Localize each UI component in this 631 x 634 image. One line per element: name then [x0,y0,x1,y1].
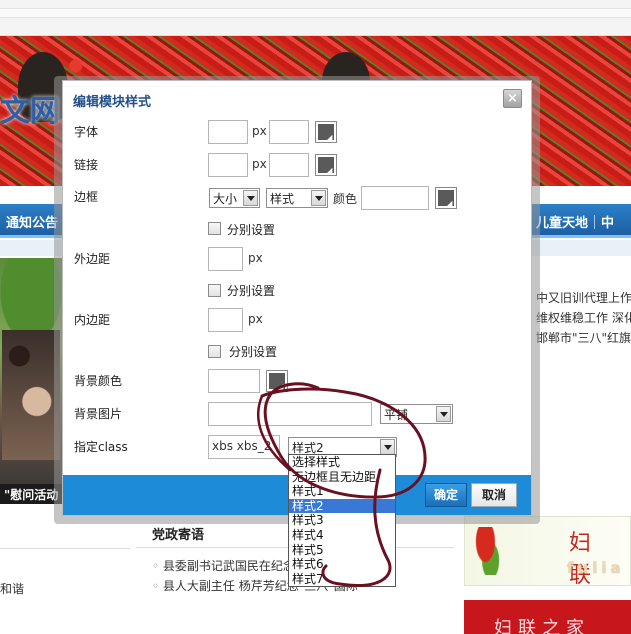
border-label: 边框 [74,190,99,204]
right-news-item[interactable]: 邯郸市"三八"红旗手 [536,328,631,348]
link-size-input[interactable] [208,153,248,177]
bgcolor-swatch [269,373,285,389]
nav-right-group: 儿童天地中 [536,212,614,231]
border-style-select[interactable]: 样式 [266,188,328,208]
ok-button[interactable]: 确定 [425,483,467,507]
nav-item-notices[interactable]: 通知公告 [6,212,58,231]
font-color-picker[interactable] [315,121,337,143]
chevron-down-icon [311,190,326,206]
close-icon[interactable]: × [503,89,522,108]
red-banner-text: 妇联之家 [494,618,590,634]
font-px-unit: px [252,124,267,138]
dropdown-option[interactable]: 选择样式 [289,455,395,470]
left-column-text[interactable]: 和谐 [0,580,24,597]
margin-label: 外边距 [74,252,111,266]
border-size-value: 大小 [213,192,238,206]
nav-item-children[interactable]: 儿童天地 [536,216,588,231]
ad-subtitle: fulia [567,559,625,577]
font-size-input[interactable] [208,120,248,144]
link-label: 链接 [74,158,99,172]
class-input[interactable]: xbs xbs_2 [208,435,280,459]
chevron-down-icon [243,190,258,206]
margin-input[interactable] [208,247,243,271]
padding-label: 内边距 [74,313,111,327]
border-size-select[interactable]: 大小 [209,188,260,208]
dropdown-option[interactable]: 样式7 [289,572,395,587]
link-color-swatch [318,157,334,173]
link-px-unit: px [252,157,267,171]
photo-crowd [2,330,60,460]
class-label: 指定class [74,440,128,454]
margin-px-unit: px [248,251,263,265]
bgcolor-picker[interactable] [266,370,288,392]
right-news-list: 中又旧训代理上作 维权维稳工作 深化 邯郸市"三八"红旗手 [536,288,631,348]
padding-split-label: 分别设置 [229,345,278,359]
border-color-swatch [438,190,454,206]
font-label: 字体 [74,125,99,139]
dropdown-option-selected[interactable]: 样式2 [289,498,395,514]
border-color-input[interactable] [361,186,429,210]
nav-separator [594,215,596,229]
top-strip-line [0,8,631,18]
bgimage-label: 背景图片 [74,407,123,421]
bgcolor-label: 背景颜色 [74,374,123,388]
dropdown-option[interactable]: 样式1 [289,484,395,499]
border-color-label: 颜色 [333,192,358,206]
padding-input[interactable] [208,308,243,332]
bgimage-input[interactable] [208,402,372,426]
dropdown-option[interactable]: 无边框且无边距 [289,470,395,485]
left-column-divider [0,548,130,549]
dropdown-option[interactable]: 样式4 [289,528,395,543]
dialog-title: 编辑模块样式 [73,95,152,110]
link-color-picker[interactable] [315,154,337,176]
nav-item-more[interactable]: 中 [601,216,614,231]
dropdown-option[interactable]: 样式5 [289,543,395,558]
bg-repeat-value: 平铺 [384,408,409,422]
border-color-picker[interactable] [435,187,457,209]
class-style-value: 样式2 [292,441,324,455]
cancel-button[interactable]: 取消 [471,483,517,507]
browser-top-strip [0,0,631,36]
site-logo: 文网 [0,94,60,129]
border-split-checkbox[interactable] [208,222,221,235]
dropdown-option[interactable]: 样式3 [289,513,395,528]
dropdown-option[interactable]: 样式6 [289,557,395,572]
link-secondary-input[interactable] [269,153,309,177]
pepper-icon [475,527,501,575]
chevron-down-icon [436,406,451,422]
class-style-dropdown[interactable]: 选择样式 无边框且无边距 样式1 样式2 样式3 样式4 样式5 样式6 样式7 [288,454,396,588]
font-color-swatch [318,124,334,140]
padding-split-checkbox[interactable] [208,345,221,358]
chevron-down-icon [380,439,395,455]
right-news-item[interactable]: 中又旧训代理上作 [536,288,631,308]
photo-caption[interactable]: "慰问活动 [0,484,62,504]
font-secondary-input[interactable] [269,120,309,144]
border-style-value: 样式 [270,192,295,206]
bg-repeat-select[interactable]: 平铺 [380,404,453,424]
border-split-label: 分别设置 [227,223,276,237]
red-banner-ad[interactable]: 妇联之家 [464,600,631,634]
margin-split-label: 分别设置 [227,284,276,298]
edit-module-style-dialog: 编辑模块样式 × 字体 px 链接 px 边框 大小 样式 颜色 分别设置 外边… [62,80,532,516]
padding-px-unit: px [248,312,263,326]
womens-federation-ad[interactable]: 妇 联 fulia [464,516,631,586]
bgcolor-input[interactable] [208,369,260,393]
right-news-item[interactable]: 维权维稳工作 深化 [536,308,631,328]
margin-split-checkbox[interactable] [208,284,221,297]
